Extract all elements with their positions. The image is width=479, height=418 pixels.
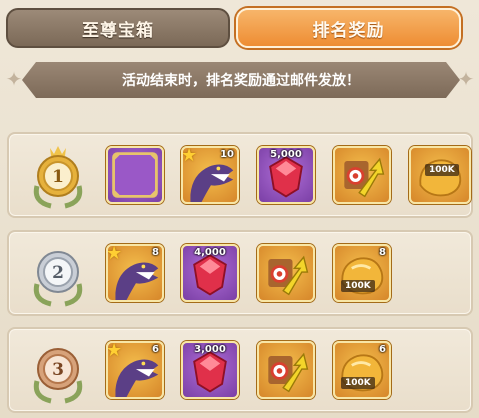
item-quantity: 6 xyxy=(379,344,386,355)
reward-speedup-item[interactable] xyxy=(333,146,391,204)
reward-gold-item[interactable]: 8 100K xyxy=(333,244,391,302)
item-amount-tag: 100K xyxy=(425,164,459,176)
speed-boost-icon xyxy=(268,352,309,393)
star-icon: ★ xyxy=(106,244,123,264)
tab-supreme-chest-label: 至尊宝箱 xyxy=(82,20,154,41)
reward-gold-item[interactable]: 100K xyxy=(409,146,471,204)
reward-dinosaur-item[interactable]: ★ 8 xyxy=(106,244,164,302)
reward-gold-item[interactable]: 6 100K xyxy=(333,341,391,399)
reward-gem-item[interactable]: 5,000 xyxy=(257,146,315,204)
rank-number-2: 2 xyxy=(52,263,64,283)
item-quantity: 5,000 xyxy=(270,149,302,160)
empty-frame-icon xyxy=(112,152,158,198)
reward-gem-item[interactable]: 3,000 xyxy=(181,341,239,399)
reward-speedup-item[interactable] xyxy=(257,341,315,399)
item-quantity: 4,000 xyxy=(194,247,226,258)
item-amount-tag: 100K xyxy=(341,377,375,389)
tab-rank-rewards[interactable]: 排名奖励 xyxy=(236,8,461,48)
rank-row-1: 1 ★ 10 5,000 100K xyxy=(7,132,473,218)
ornament-left-icon: ✦ xyxy=(5,67,23,91)
tab-rank-rewards-label: 排名奖励 xyxy=(312,20,385,41)
rank-number-1: 1 xyxy=(52,167,64,187)
item-quantity: 10 xyxy=(220,149,234,160)
rank-row-2: 2 ★ 8 4,000 8 100K xyxy=(7,230,473,316)
reward-dinosaur-item[interactable]: ★ 10 xyxy=(181,146,239,204)
star-icon: ★ xyxy=(181,146,198,166)
tab-supreme-chest[interactable]: 至尊宝箱 xyxy=(6,8,230,48)
item-quantity: 3,000 xyxy=(194,344,226,355)
bronze-medal-icon: 3 xyxy=(29,337,87,405)
gold-medal-icon: 1 xyxy=(29,142,87,210)
rank-number-3: 3 xyxy=(52,360,64,380)
item-quantity: 8 xyxy=(379,247,386,258)
reward-speedup-item[interactable] xyxy=(257,244,315,302)
speed-boost-icon xyxy=(268,255,309,296)
item-quantity: 8 xyxy=(152,247,159,258)
reward-window: 至尊宝箱 排名奖励 ✦ ✦ 活动结束时，排名奖励通过邮件发放！ 1 ★ 10 5… xyxy=(0,0,479,418)
item-amount-tag: 100K xyxy=(341,280,375,292)
item-quantity: 6 xyxy=(152,344,159,355)
star-icon: ★ xyxy=(106,341,123,361)
rank-row-3: 3 ★ 6 3,000 6 100K xyxy=(7,327,473,413)
reward-dinosaur-item[interactable]: ★ 6 xyxy=(106,341,164,399)
notice-banner: 活动结束时，排名奖励通过邮件发放！ xyxy=(22,62,460,98)
silver-medal-icon: 2 xyxy=(29,240,87,308)
reward-frame-item[interactable] xyxy=(106,146,164,204)
speed-boost-icon xyxy=(344,157,385,198)
reward-gem-item[interactable]: 4,000 xyxy=(181,244,239,302)
notice-text: 活动结束时，排名奖励通过邮件发放！ xyxy=(122,73,360,89)
